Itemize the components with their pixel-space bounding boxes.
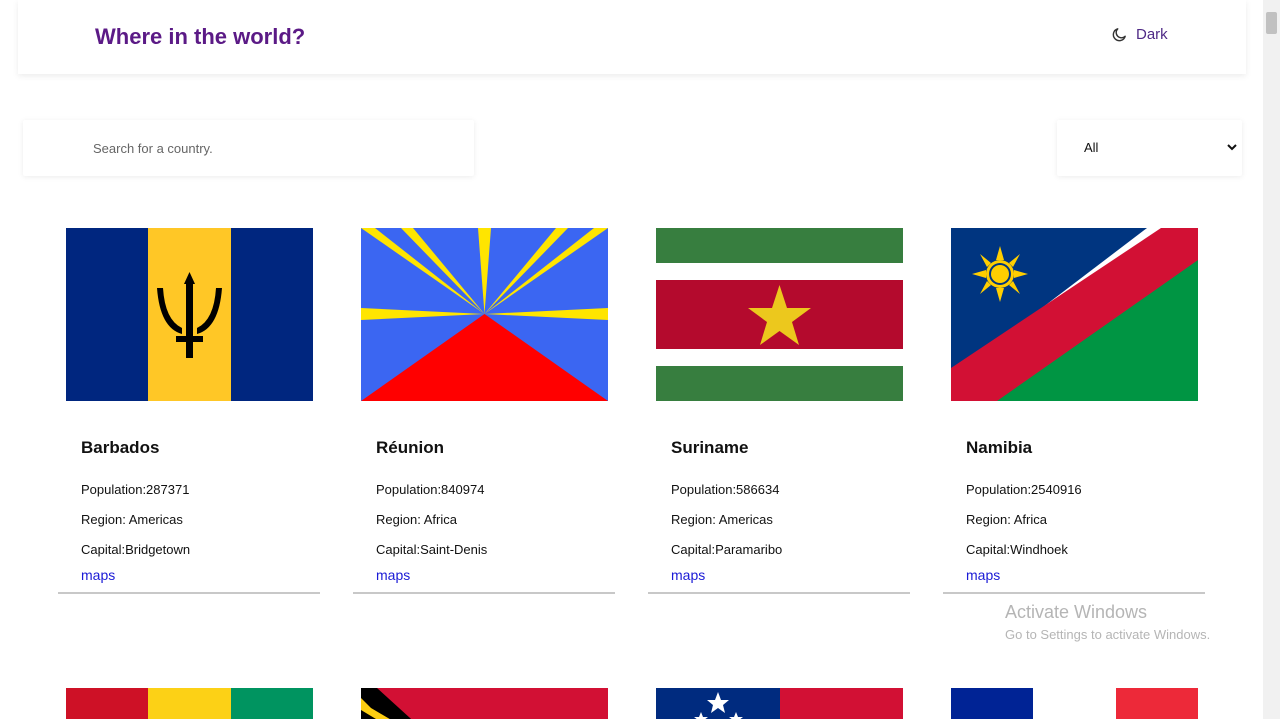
- country-region: Region: Americas: [81, 512, 183, 527]
- region-filter-value: All: [1084, 140, 1099, 155]
- flag-partial-row2-4[interactable]: [951, 688, 1198, 719]
- flag-partial-row2-3[interactable]: [656, 688, 903, 719]
- country-region: Region: Africa: [376, 512, 457, 527]
- flag-suriname: [656, 228, 903, 401]
- watermark-subtitle: Go to Settings to activate Windows.: [1005, 627, 1211, 642]
- country-population: Population:287371: [81, 482, 190, 497]
- chevron-down-icon: [1226, 140, 1238, 154]
- country-capital: Capital:Paramaribo: [671, 542, 783, 557]
- country-card[interactable]: Suriname Population:586634 Region: Ameri…: [648, 228, 910, 594]
- country-name: Barbados: [81, 438, 160, 457]
- dark-mode-label: Dark: [1136, 26, 1168, 43]
- country-card[interactable]: Réunion Population:840974 Region: Africa…: [353, 228, 615, 594]
- country-population: Population:586634: [671, 482, 780, 497]
- flag-barbados: [66, 228, 313, 401]
- moon-icon: [1111, 26, 1128, 43]
- country-capital: Capital:Windhoek: [966, 542, 1068, 557]
- country-name: Suriname: [671, 438, 749, 457]
- country-population: Population:840974: [376, 482, 485, 497]
- search-input[interactable]: [93, 138, 453, 158]
- flag-reunion: [361, 228, 608, 401]
- country-capital: Capital:Bridgetown: [81, 542, 191, 557]
- search-box: [23, 120, 474, 176]
- maps-link[interactable]: maps: [671, 567, 705, 583]
- app-title: Where in the world?: [95, 24, 306, 49]
- watermark-title: Activate Windows: [1005, 602, 1148, 622]
- country-name: Réunion: [376, 438, 444, 457]
- country-card[interactable]: Barbados Population:287371 Region: Ameri…: [58, 228, 320, 594]
- region-filter-select[interactable]: All: [1057, 120, 1242, 176]
- country-card[interactable]: Namibia Population:2540916 Region: Afric…: [943, 228, 1205, 594]
- flag-partial-row2-2[interactable]: [361, 688, 608, 719]
- maps-link[interactable]: maps: [81, 567, 115, 583]
- scrollbar-thumb[interactable]: [1266, 12, 1277, 34]
- flag-namibia: [951, 228, 1198, 401]
- country-capital: Capital:Saint-Denis: [376, 542, 488, 557]
- flag-partial-row2-1[interactable]: [66, 688, 313, 719]
- top-header: Where in the world? Dark: [18, 0, 1246, 74]
- country-region: Region: Africa: [966, 512, 1047, 527]
- country-region: Region: Americas: [671, 512, 773, 527]
- maps-link[interactable]: maps: [966, 567, 1000, 583]
- vertical-scrollbar[interactable]: [1263, 0, 1280, 719]
- country-population: Population:2540916: [966, 482, 1082, 497]
- activate-windows-watermark: Activate Windows Go to Settings to activ…: [1005, 602, 1210, 642]
- dark-mode-toggle[interactable]: Dark: [1111, 26, 1168, 43]
- country-name: Namibia: [966, 438, 1033, 457]
- maps-link[interactable]: maps: [376, 567, 410, 583]
